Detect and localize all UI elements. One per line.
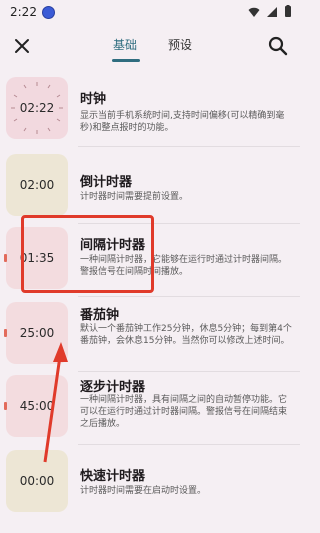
pomodoro-thumbnail: 25:00: [4, 302, 68, 364]
countdown-thumbnail: 02:00: [6, 154, 68, 216]
step-timer-thumb-time: 45:00: [19, 399, 55, 413]
wifi-icon: [248, 7, 260, 17]
clock-title: 时钟: [80, 92, 107, 107]
countdown-description: 计时器时间需要提前设置。: [80, 192, 189, 202]
countdown-thumb-time: 02:00: [19, 178, 55, 192]
status-time: 2:22: [10, 5, 37, 19]
quick-timer-thumbnail: 00:00: [6, 450, 68, 512]
step-timer-thumbnail: 45:00: [4, 375, 68, 437]
annotation-highlight-box: [21, 215, 154, 293]
step-timer-title: 逐步计时器: [80, 380, 146, 395]
close-icon[interactable]: [10, 34, 34, 58]
quick-timer-description: 计时器时间需要在启动时设置。: [80, 486, 207, 496]
list-item-quick-timer[interactable]: 00:00 快速计时器 计时器时间需要在启动时设置。: [0, 447, 300, 517]
list-item-pomodoro[interactable]: 25:00 番茄钟 默认一个番茄钟工作25分钟，休息5分钟；每到第4个番茄钟，会…: [0, 299, 300, 372]
pomodoro-thumb-time: 25:00: [19, 326, 55, 340]
status-bar: 2:22: [0, 0, 300, 24]
list-item-clock[interactable]: 02:22 时钟 显示当前手机系统时间,支持时间偏移(可以精确到毫秒)和整点报时…: [0, 74, 300, 147]
clock-thumb-time: 02:22: [19, 101, 55, 115]
active-tab-indicator: [112, 59, 140, 62]
status-icons: [248, 5, 292, 18]
countdown-title: 倒计时器: [80, 175, 133, 190]
clock-thumbnail: 02:22: [6, 77, 68, 139]
quick-timer-thumb-time: 00:00: [19, 474, 55, 488]
quick-timer-title: 快速计时器: [80, 469, 146, 484]
list-item-step-timer[interactable]: 45:00 逐步计时器 一种间隔计时器，具有间隔之间的自动暂停功能。它可以在运行…: [0, 372, 300, 445]
battery-icon: [285, 5, 291, 17]
search-icon[interactable]: [266, 34, 290, 58]
pomodoro-title: 番茄钟: [80, 308, 120, 323]
pomodoro-description: 默认一个番茄钟工作25分钟，休息5分钟；每到第4个番茄钟，会休息15分钟。当然你…: [80, 324, 292, 346]
list-item-countdown[interactable]: 02:00 倒计时器 计时器时间需要提前设置。: [0, 151, 300, 224]
clock-description: 显示当前手机系统时间,支持时间偏移(可以精确到毫秒)和整点报时的功能。: [80, 111, 285, 133]
divider: [78, 296, 300, 297]
divider: [78, 146, 300, 147]
top-app-bar: 基础 预设: [0, 24, 300, 68]
step-timer-description: 一种间隔计时器，具有间隔之间的自动暂停功能。它可以在运行时通过计时器间隔。警报信…: [80, 395, 288, 429]
app-notification-icon: [42, 6, 55, 19]
divider: [78, 444, 300, 445]
interval-marker: [4, 254, 7, 262]
tab-preset[interactable]: 预设: [168, 36, 192, 53]
pomodoro-marker: [4, 329, 7, 337]
signal-icon: [267, 6, 277, 17]
tab-basic[interactable]: 基础: [113, 36, 137, 53]
step-timer-marker: [4, 402, 7, 410]
